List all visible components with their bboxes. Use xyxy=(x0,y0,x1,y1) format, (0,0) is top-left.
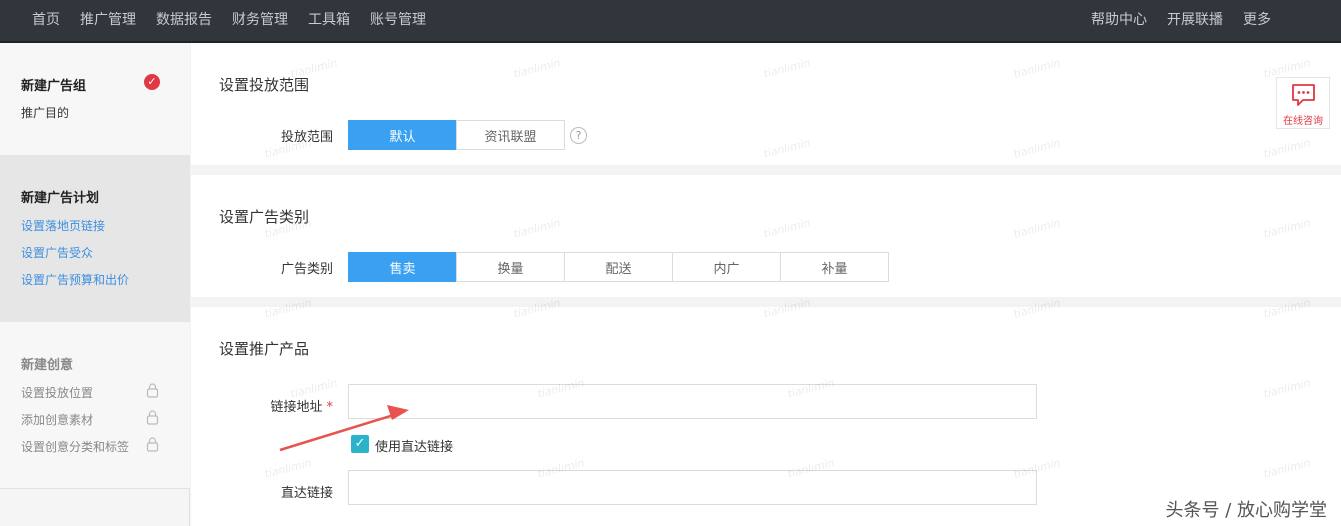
link-address-input[interactable] xyxy=(348,384,1037,419)
field-label-direct: 直达链接 xyxy=(280,486,333,501)
red-arrow-annotation xyxy=(279,405,409,452)
chat-bubble-icon xyxy=(1292,84,1315,106)
question-circle-icon[interactable]: ? xyxy=(570,127,587,144)
nav-home[interactable]: 首页 xyxy=(32,9,60,29)
sidebar-title-ad-plan: 新建广告计划 xyxy=(21,191,100,206)
field-label-category: 广告类别 xyxy=(280,262,333,277)
top-nav-right: 帮助中心 开展联播 更多 xyxy=(1071,0,1271,38)
category-option-internal[interactable]: 内广 xyxy=(672,252,781,282)
sidebar-group-ad-plan: 新建广告计划 设置落地页链接 设置广告受众 设置广告预算和出价 xyxy=(0,155,190,322)
check-circle-icon: ✓ xyxy=(144,74,160,90)
panel-promoted-product: 设置推广产品 链接地址 * ✓ 使用直达链接 直达链接 xyxy=(191,307,1341,526)
scope-segmented-control: 默认 资讯联盟 xyxy=(348,120,565,150)
lock-icon xyxy=(146,383,159,398)
section-title-scope: 设置投放范围 xyxy=(219,76,310,94)
section-title-category: 设置广告类别 xyxy=(219,208,310,226)
sidebar-item-category-tags: 设置创意分类和标签 xyxy=(21,440,130,454)
sidebar-item-purpose[interactable]: 推广目的 xyxy=(21,104,69,121)
sidebar-item-budget[interactable]: 设置广告预算和出价 xyxy=(21,271,129,288)
scope-option-default[interactable]: 默认 xyxy=(348,120,457,150)
category-option-sale[interactable]: 售卖 xyxy=(348,252,457,282)
nav-help[interactable]: 帮助中心 xyxy=(1091,9,1147,29)
nav-account[interactable]: 账号管理 xyxy=(370,9,426,29)
category-option-delivery[interactable]: 配送 xyxy=(564,252,673,282)
source-watermark: 头条号 / 放心购学堂 xyxy=(1165,500,1327,521)
sidebar-group-creative: 新建创意 设置投放位置 添加创意素材 设置创意分类和标签 xyxy=(0,322,190,489)
category-segmented-control: 售卖 换量 配送 内广 补量 xyxy=(348,252,889,282)
lock-icon xyxy=(146,410,159,425)
category-option-exchange[interactable]: 换量 xyxy=(456,252,565,282)
online-consult-widget[interactable]: 在线咨询 xyxy=(1276,77,1330,129)
scope-option-news-alliance[interactable]: 资讯联盟 xyxy=(456,120,565,150)
sidebar-item-audience[interactable]: 设置广告受众 xyxy=(21,244,93,261)
panel-ad-category: 设置广告类别 广告类别 售卖 换量 配送 内广 补量 xyxy=(191,175,1341,297)
top-nav-left: 首页 推广管理 数据报告 财务管理 工具箱 账号管理 xyxy=(32,0,446,38)
online-consult-label: 在线咨询 xyxy=(1283,116,1323,127)
sidebar-group-ad-group: 新建广告组 ✓ 推广目的 xyxy=(0,43,190,155)
sidebar-item-landing-link[interactable]: 设置落地页链接 xyxy=(21,217,105,234)
lock-icon xyxy=(146,437,159,452)
sidebar-item-material: 添加创意素材 xyxy=(21,413,94,427)
nav-finance[interactable]: 财务管理 xyxy=(232,9,288,29)
nav-broadcast[interactable]: 开展联播 xyxy=(1167,9,1223,29)
nav-promotion[interactable]: 推广管理 xyxy=(80,9,136,29)
category-option-supplement[interactable]: 补量 xyxy=(780,252,889,282)
sidebar: 新建广告组 ✓ 推广目的 新建广告计划 设置落地页链接 设置广告受众 设置广告预… xyxy=(0,43,190,526)
panel-delivery-scope: 设置投放范围 投放范围 默认 资讯联盟 ? xyxy=(191,43,1341,165)
nav-more[interactable]: 更多 xyxy=(1243,9,1271,29)
sidebar-item-placement: 设置投放位置 xyxy=(21,386,94,400)
sidebar-title-ad-group: 新建广告组 xyxy=(21,79,87,94)
field-label-scope: 投放范围 xyxy=(280,130,333,145)
sidebar-title-creative: 新建创意 xyxy=(21,358,74,373)
top-nav: 首页 推广管理 数据报告 财务管理 工具箱 账号管理 帮助中心 开展联播 更多 xyxy=(0,0,1341,43)
direct-link-input[interactable] xyxy=(348,470,1037,505)
nav-reports[interactable]: 数据报告 xyxy=(156,9,212,29)
nav-toolbox[interactable]: 工具箱 xyxy=(308,9,350,29)
